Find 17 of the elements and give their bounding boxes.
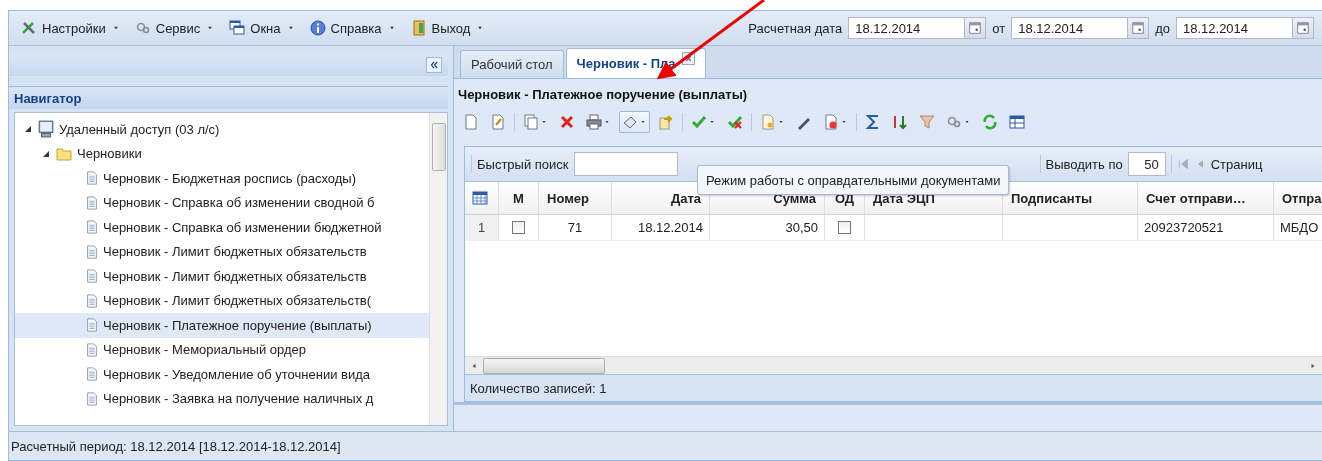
- date-label: до: [1155, 20, 1170, 36]
- table-cell: 20923720521: [1138, 215, 1274, 241]
- page-label: Страниц: [1210, 156, 1263, 172]
- table-cell: 30,50: [710, 215, 825, 241]
- page-size-label: Выводить по: [1045, 156, 1123, 172]
- tooltip: Режим работы с оправдательными документами: [697, 165, 1010, 195]
- search-label: Быстрый поиск: [477, 156, 569, 172]
- date-label: Расчетная дата: [748, 20, 843, 36]
- table-cell: 71: [539, 215, 612, 241]
- status-bar: Расчетный период: 18.12.2014 [18.12.2014-18.12.2014]: [9, 431, 1322, 460]
- table-cell: МБДО: [1274, 215, 1322, 241]
- document-title: Черновик - Платежное поручение (выплаты): [457, 86, 749, 104]
- table-cell: 18.12.2014: [612, 215, 710, 241]
- panel-title: Навигатор: [9, 86, 448, 109]
- date-label: от: [992, 20, 1006, 36]
- row-number: 1: [465, 215, 499, 241]
- record-count: Количество записей: 1: [465, 374, 1322, 401]
